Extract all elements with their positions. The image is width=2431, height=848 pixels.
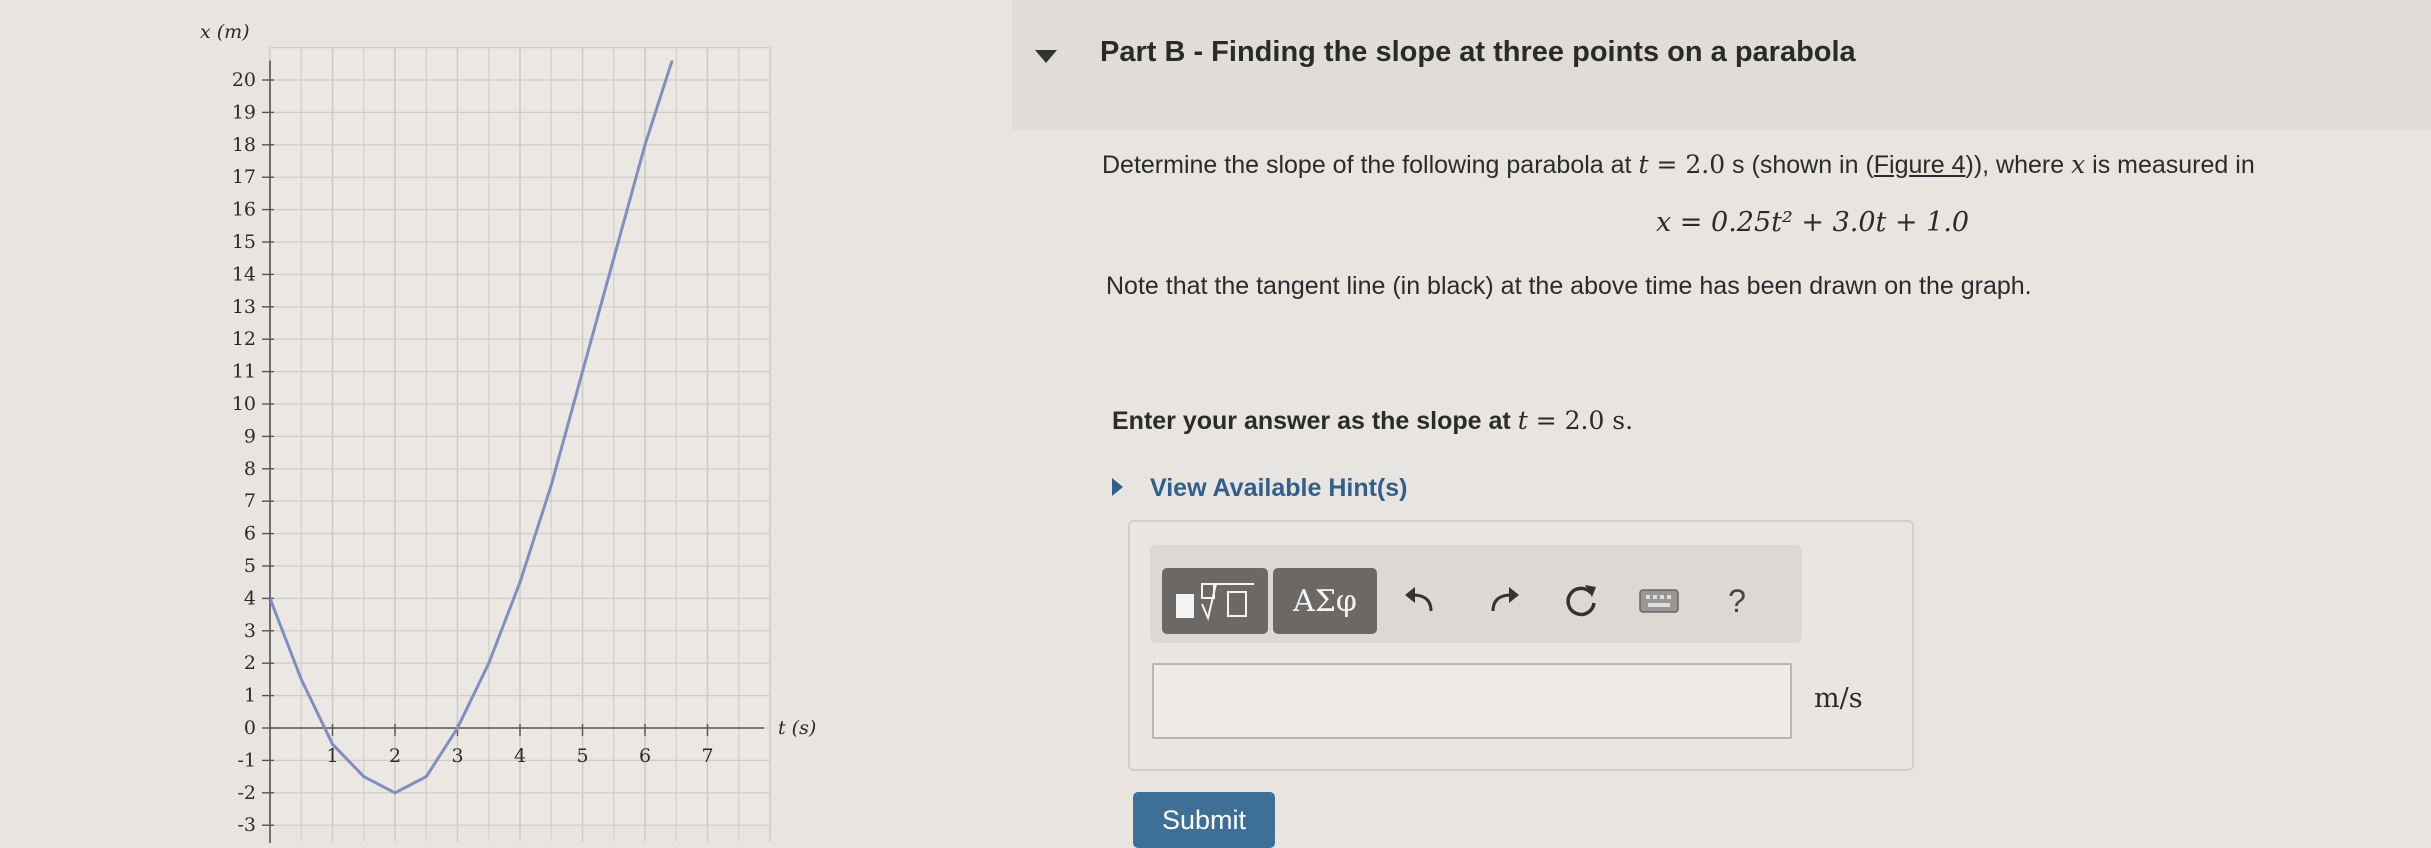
y-tick-label: 13 <box>232 296 256 318</box>
var-t: t <box>1638 150 1649 179</box>
part-title[interactable]: Part B - Finding the slope at three poin… <box>1100 36 1856 69</box>
triangle-down-icon[interactable] <box>1035 50 1057 63</box>
triangle-right-icon[interactable] <box>1112 478 1123 496</box>
y-tick-label: 18 <box>232 134 256 156</box>
symbols-button[interactable]: ΑΣφ <box>1273 568 1377 634</box>
x-tick-label: 6 <box>639 745 651 767</box>
y-tick-label: 7 <box>244 490 256 512</box>
y-tick-label: 17 <box>232 166 256 188</box>
y-tick-label: 19 <box>232 101 256 123</box>
y-tick-label: 14 <box>232 263 256 285</box>
x-axis-title: t (s) <box>778 717 816 739</box>
parabola-equation: x = 0.25t² + 3.0t + 1.0 <box>1656 207 1970 238</box>
y-tick-label: 16 <box>232 199 256 221</box>
y-tick-label: 1 <box>244 685 256 707</box>
var-x: x <box>2071 150 2086 179</box>
redo-icon[interactable] <box>1480 578 1526 624</box>
time-value: = 2.0 <box>1648 150 1726 179</box>
y-tick-label: 5 <box>244 555 256 577</box>
keyboard-icon[interactable] <box>1636 578 1682 624</box>
y-tick-label: 15 <box>232 231 256 253</box>
prompt-text-3: )), where <box>1965 151 2072 179</box>
y-tick-label: 20 <box>232 69 256 91</box>
note-text: Note that the tangent line (in black) at… <box>1106 272 2032 300</box>
x-tick-label: 7 <box>701 745 713 767</box>
y-tick-label: 12 <box>232 328 256 350</box>
time-unit: s <box>1725 151 1745 179</box>
submit-button[interactable]: Submit <box>1133 792 1275 848</box>
y-tick-label: 10 <box>232 393 256 415</box>
enter-text: Enter your answer as the slope at <box>1112 407 1518 435</box>
x-tick-label: 5 <box>576 745 588 767</box>
prompt-text-4: is measured in <box>2085 151 2255 179</box>
enter-var-t: t <box>1517 406 1528 435</box>
y-tick-label: -1 <box>237 749 256 771</box>
x-tick-label: 4 <box>514 745 526 767</box>
y-tick-label: 0 <box>244 717 256 739</box>
enter-instruction: Enter your answer as the slope at t = 2.… <box>1112 406 1633 436</box>
y-tick-label: 9 <box>244 425 256 447</box>
y-tick-label: 2 <box>244 652 256 674</box>
y-tick-label: 3 <box>244 620 256 642</box>
reset-icon[interactable] <box>1558 578 1604 624</box>
y-tick-label: 11 <box>232 361 256 383</box>
parabola-graph: 20191817161514131211109876543210-1-2-31 2… <box>200 21 816 843</box>
templates-root-icon <box>1176 583 1254 622</box>
templates-button[interactable] <box>1162 568 1268 634</box>
question-prompt: Determine the slope of the following par… <box>1102 150 2255 180</box>
figure-4: 20 19 18 17 16 15 14 13 12 11 10 9 8 7 6 5 4 3 2 1 0 -1 -2 -3 1 2… <box>190 20 890 843</box>
help-button[interactable]: ? <box>1714 578 1760 624</box>
undo-icon[interactable] <box>1398 578 1444 624</box>
y-tick-label: -3 <box>237 814 256 836</box>
enter-time-value: = 2.0 s. <box>1527 406 1634 435</box>
unit-label: m/s <box>1814 683 1863 714</box>
y-tick-label: -2 <box>237 782 256 804</box>
figure-link[interactable]: Figure 4 <box>1874 151 1966 179</box>
prompt-text-1: Determine the slope of the following par… <box>1102 151 1639 179</box>
y-tick-label: 4 <box>244 587 256 609</box>
prompt-text-2: (shown in ( <box>1744 151 1874 179</box>
view-hints-link[interactable]: View Available Hint(s) <box>1150 474 1407 503</box>
answer-input[interactable] <box>1152 663 1792 739</box>
y-axis-title: x (m) <box>200 21 250 43</box>
y-tick-label: 8 <box>244 458 256 480</box>
x-tick-label: 2 <box>389 745 401 767</box>
x-tick-label: 3 <box>451 745 463 767</box>
y-tick-label: 6 <box>244 523 256 545</box>
